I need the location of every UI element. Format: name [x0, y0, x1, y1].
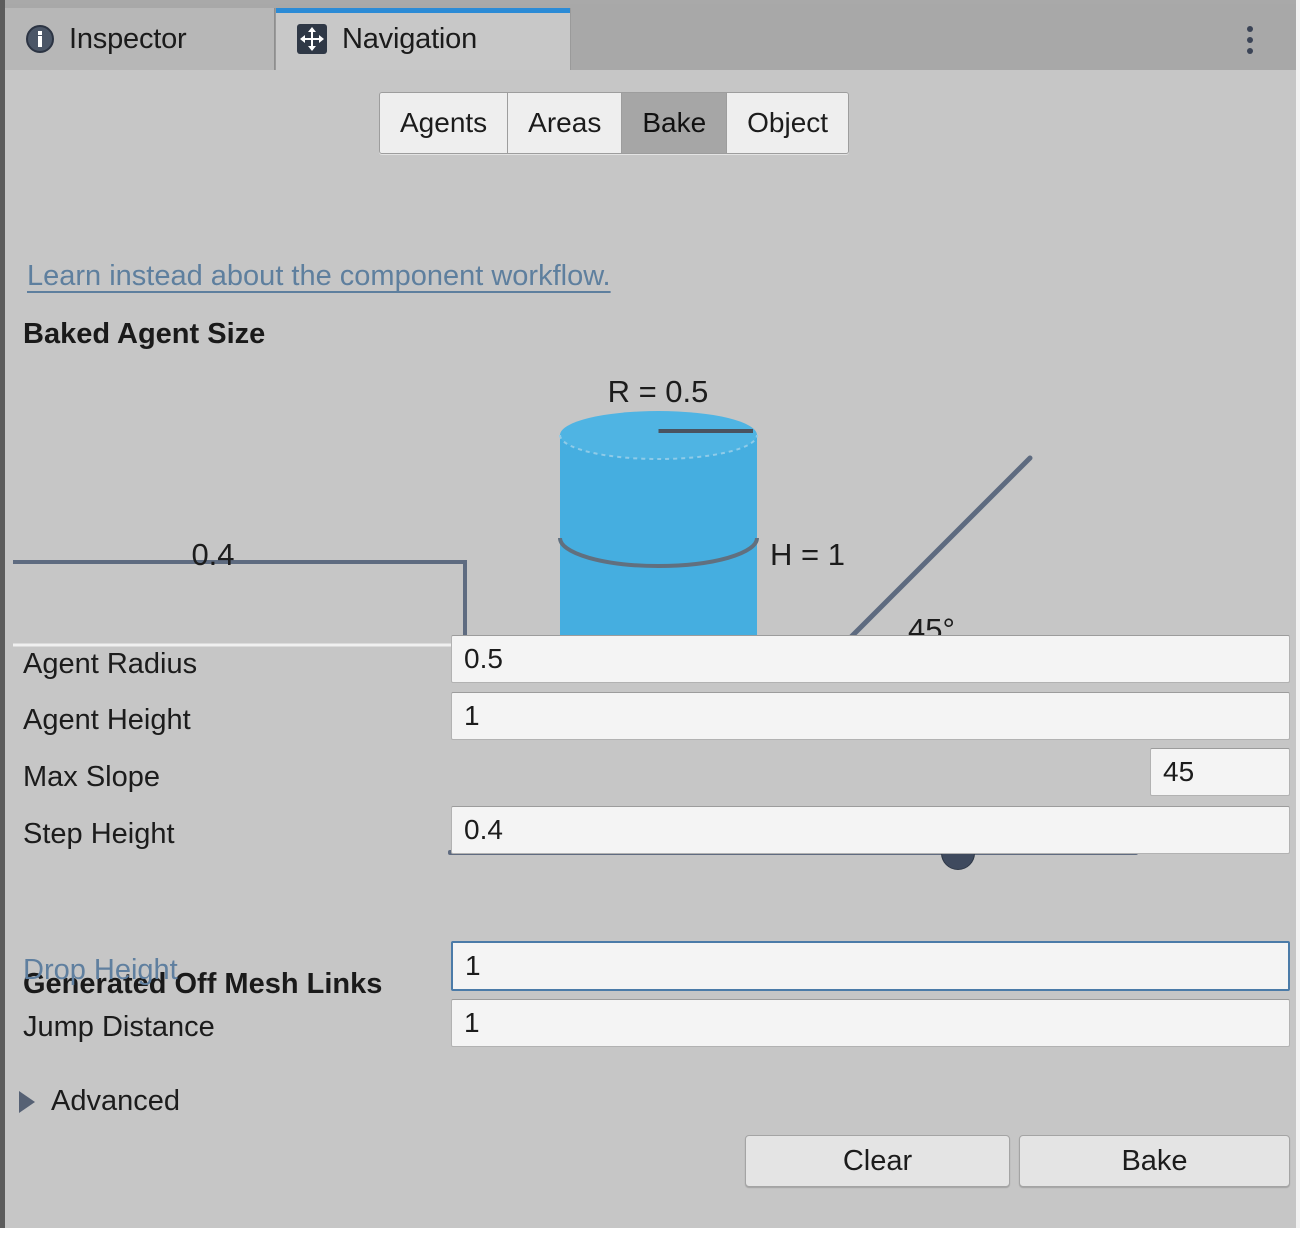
tab-inspector[interactable]: Inspector [5, 8, 275, 70]
label-agent-radius: Agent Radius [23, 648, 198, 680]
bake-button[interactable]: Bake [1019, 1135, 1290, 1187]
segment-object[interactable]: Object [727, 93, 849, 153]
segment-areas[interactable]: Areas [508, 93, 623, 153]
tab-navigation[interactable]: Navigation [275, 8, 571, 70]
navigation-move-icon [296, 23, 328, 55]
section-title-baked-agent-size: Baked Agent Size [23, 318, 266, 350]
input-jump-distance[interactable]: 1 [451, 999, 1290, 1047]
component-workflow-link[interactable]: Learn instead about the component workfl… [27, 260, 611, 293]
cylinder-body [560, 435, 757, 659]
chevron-right-icon [19, 1090, 35, 1113]
label-jump-distance: Jump Distance [23, 1011, 215, 1043]
tab-navigation-label: Navigation [342, 22, 478, 55]
bake-panel: Agents Areas Bake Object Learn instead a… [5, 70, 1296, 1228]
foldout-advanced[interactable]: Advanced [19, 1085, 180, 1118]
info-circle-icon [25, 24, 55, 54]
input-step-height[interactable]: 0.4 [451, 806, 1290, 854]
label-step-height: 0.4 [191, 537, 234, 572]
label-height: H = 1 [770, 537, 845, 572]
segment-bake[interactable]: Bake [622, 93, 728, 153]
window-right-edge [1296, 0, 1300, 1234]
label-drop-height: Drop Height [23, 954, 178, 986]
input-drop-height[interactable]: 1 [451, 941, 1290, 991]
foldout-advanced-label: Advanced [51, 1085, 180, 1117]
label-max-slope: Max Slope [23, 761, 161, 793]
tab-strip: Inspector Navigation [5, 4, 1296, 70]
input-agent-height[interactable]: 1 [451, 692, 1290, 740]
window-bottom-edge [0, 1228, 1300, 1234]
kebab-menu-icon[interactable] [1240, 20, 1260, 60]
navigation-mode-tabs: Agents Areas Bake Object [379, 92, 850, 154]
clear-button[interactable]: Clear [745, 1135, 1010, 1187]
label-step-height: Step Height [23, 818, 175, 850]
input-agent-radius[interactable]: 0.5 [451, 635, 1290, 683]
segment-agents[interactable]: Agents [380, 93, 509, 153]
label-agent-height: Agent Height [23, 704, 191, 736]
input-max-slope-value[interactable]: 45 [1150, 748, 1290, 796]
label-radius: R = 0.5 [608, 374, 709, 409]
tab-inspector-label: Inspector [69, 22, 187, 55]
navigation-inspector-window: Inspector Navigation Agents Areas Bake O… [0, 0, 1300, 1234]
